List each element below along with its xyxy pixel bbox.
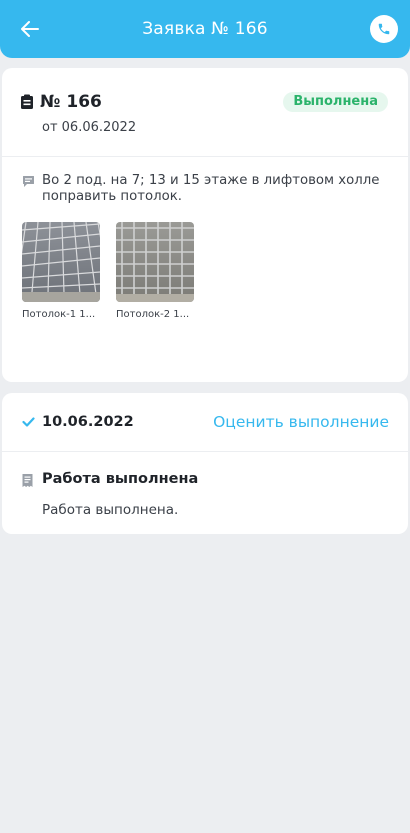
call-button[interactable]: [370, 15, 398, 43]
comment-icon: [23, 176, 34, 187]
photo-ceiling-2: [116, 222, 194, 302]
app-header: Заявка № 166: [0, 0, 410, 58]
attachment-thumbnail-1[interactable]: [22, 222, 100, 302]
request-date: от 06.06.2022: [42, 120, 137, 135]
completion-date: 10.06.2022: [42, 414, 134, 430]
arrow-left-icon: [21, 21, 39, 37]
phone-icon: [378, 23, 390, 35]
clipboard-icon: [21, 94, 33, 109]
page-title: Заявка № 166: [142, 19, 268, 39]
divider: [2, 156, 408, 157]
request-card: № 166 от 06.06.2022 Выполнена Во 2 под. …: [2, 68, 408, 382]
request-description: Во 2 под. на 7; 13 и 15 этаже в лифтовом…: [42, 173, 380, 204]
divider: [2, 451, 408, 452]
attachment-thumbnail-2[interactable]: [116, 222, 194, 302]
attachment-caption-2: Потолок-2 1...: [116, 309, 190, 320]
completion-text: Работа выполнена.: [42, 502, 179, 518]
rate-completion-link[interactable]: Оценить выполнение: [213, 413, 389, 431]
back-button[interactable]: [14, 13, 46, 45]
status-badge: Выполнена: [283, 92, 388, 112]
check-icon: [22, 417, 35, 427]
completion-title: Работа выполнена: [42, 471, 199, 487]
report-icon: [22, 474, 33, 487]
request-header: № 166: [20, 92, 102, 112]
completion-card: 10.06.2022 Оценить выполнение Работа вып…: [2, 393, 408, 534]
request-number: № 166: [40, 92, 102, 112]
photo-ceiling-1: [22, 222, 100, 302]
attachment-caption-1: Потолок-1 1...: [22, 309, 96, 320]
